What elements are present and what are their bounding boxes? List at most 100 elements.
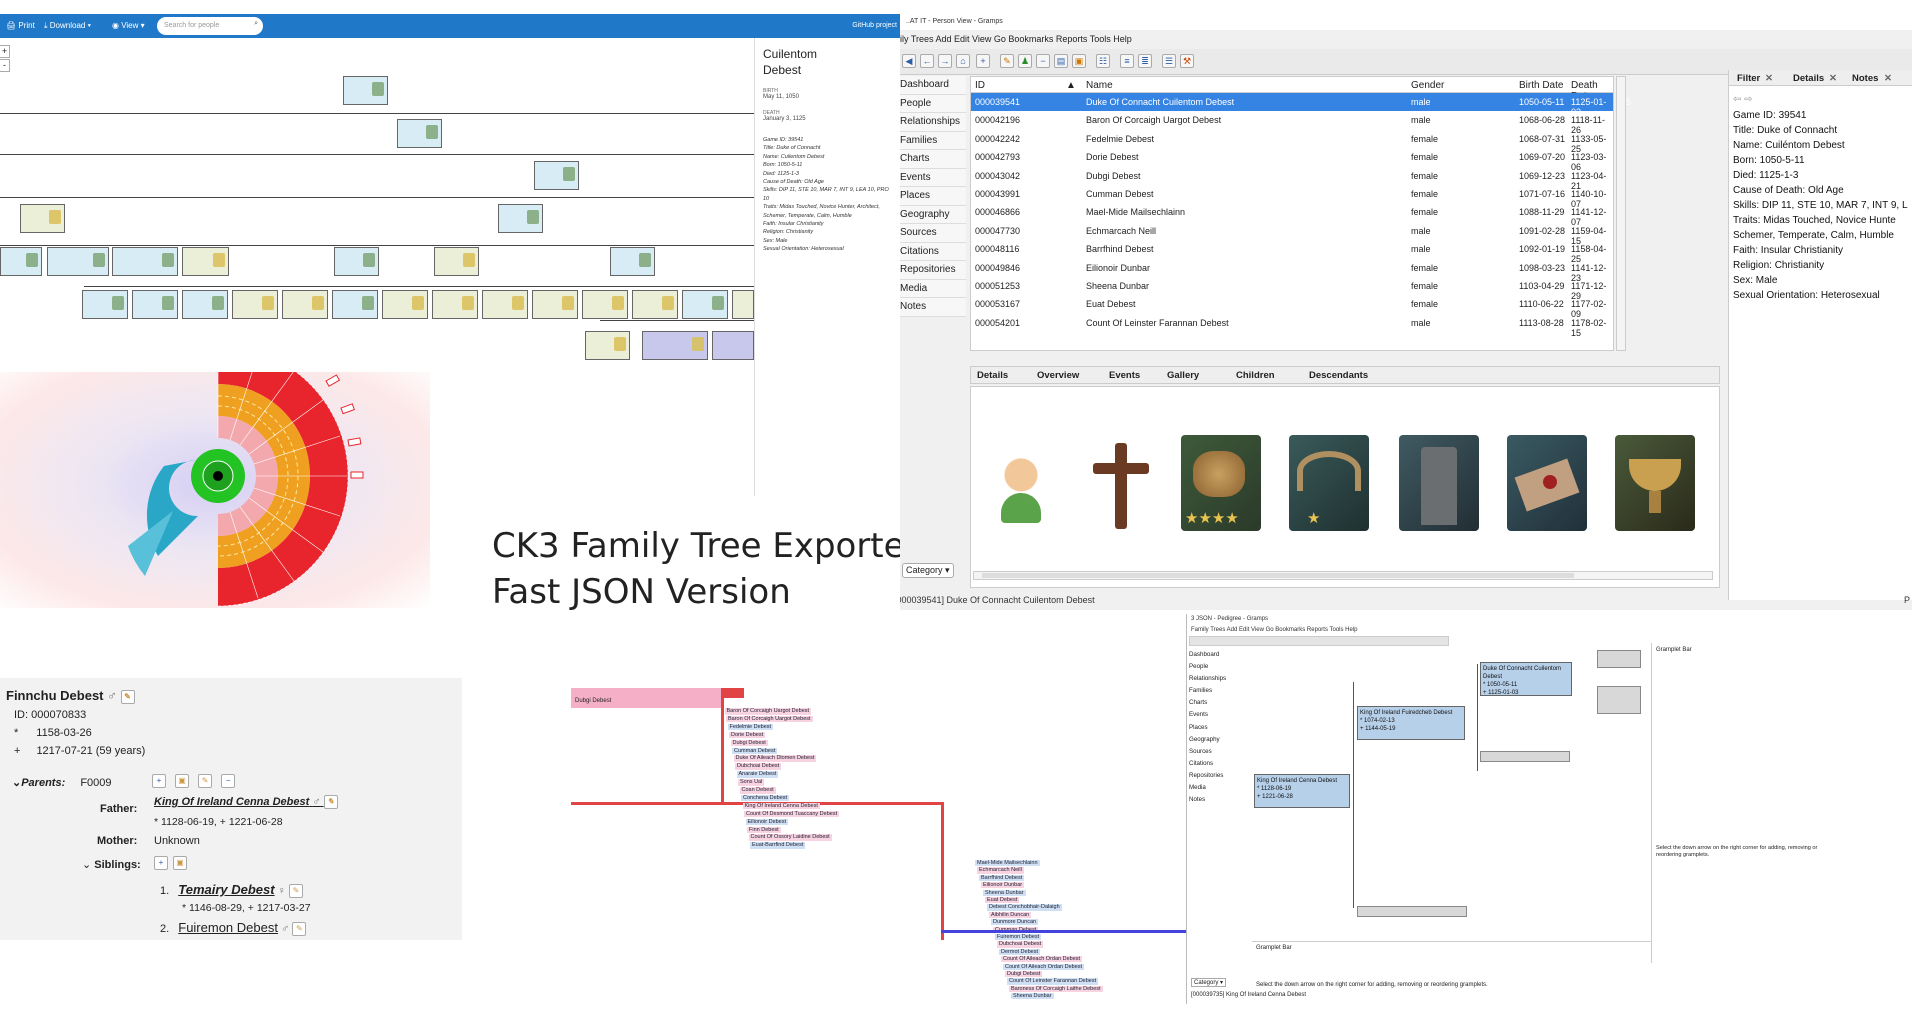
- tree-node[interactable]: [132, 290, 178, 319]
- edit-button[interactable]: ✎: [288, 884, 303, 899]
- tree-node[interactable]: [534, 161, 579, 190]
- table-row[interactable]: 000043991 Cumman Debest female 1071-07-16 11…: [971, 185, 1626, 209]
- tree-node[interactable]: [382, 290, 428, 319]
- table-row[interactable]: 000049846 Eilionoir Dunbar female 1098-03-2…: [971, 259, 1626, 283]
- table-row[interactable]: 000051253 Sheena Dunbar female 1103-04-29 11…: [971, 277, 1626, 301]
- github-link[interactable]: GitHub project: [852, 22, 897, 29]
- share-button[interactable]: ▣: [175, 774, 190, 788]
- tree-node[interactable]: [482, 290, 528, 319]
- person-icon[interactable]: ♟: [1018, 54, 1032, 68]
- tree-node[interactable]: [498, 204, 543, 233]
- sidebar-item-families[interactable]: Families: [900, 131, 966, 150]
- coins-icon[interactable]: ★★★★: [1181, 435, 1261, 531]
- letter-dagger-icon[interactable]: [1507, 435, 1587, 531]
- filter-icon[interactable]: ☷: [1096, 54, 1110, 68]
- table-row[interactable]: 000042242 Fedelmie Debest female 1068-07-31…: [971, 130, 1626, 154]
- tree-node[interactable]: [610, 247, 655, 276]
- close-icon[interactable]: ✕: [1884, 73, 1892, 84]
- table-row[interactable]: 000048116 Barrfhind Debest male 1092-01-19 1…: [971, 240, 1626, 264]
- edit-family-button[interactable]: ✎: [198, 774, 213, 788]
- forward-icon[interactable]: →: [938, 54, 952, 68]
- sidebar-item-places[interactable]: Places: [900, 187, 966, 206]
- person-avatar-icon[interactable]: [979, 443, 1063, 527]
- table-row[interactable]: 000053167 Euat Debest female 1110-06-22 1177…: [971, 295, 1626, 319]
- pedigree-box-empty[interactable]: [1357, 906, 1467, 917]
- sidebar-item-notes[interactable]: Notes: [900, 298, 966, 317]
- tab-filter[interactable]: Filter: [1737, 73, 1760, 84]
- tree-node[interactable]: [712, 331, 754, 360]
- tools-icon[interactable]: ⚒: [1180, 54, 1194, 68]
- pedigree-box-grandfather[interactable]: Duke Of Connacht Cuilentom Debest * 1050-…: [1480, 662, 1572, 696]
- tree-node[interactable]: [334, 247, 379, 276]
- sidebar-item-relationships[interactable]: Relationships: [1189, 673, 1251, 685]
- zoom-in-button[interactable]: +: [0, 45, 10, 58]
- sibling-link[interactable]: Temairy Debest: [178, 882, 274, 897]
- sidebar-item-sources[interactable]: Sources: [900, 224, 966, 243]
- menu-bar[interactable]: ily Trees Add Edit View Go Bookmarks Rep…: [900, 34, 1132, 44]
- gallery-scrollbar[interactable]: [973, 571, 1713, 580]
- chalice-icon[interactable]: [1615, 435, 1695, 531]
- tab-details[interactable]: Details: [1793, 73, 1824, 84]
- tree-node[interactable]: [532, 290, 578, 319]
- tree-node[interactable]: [282, 290, 328, 319]
- tree-node[interactable]: [20, 204, 65, 233]
- zoom-out-button[interactable]: -: [0, 59, 10, 72]
- tree-node[interactable]: [0, 247, 42, 276]
- tree-node[interactable]: [434, 247, 479, 276]
- search-input[interactable]: Search for people ⌕: [157, 17, 263, 35]
- category-dropdown[interactable]: Category ▾: [902, 563, 954, 578]
- tree-node[interactable]: [47, 247, 109, 276]
- tree-node[interactable]: [642, 331, 708, 360]
- crucifix-icon[interactable]: [1081, 435, 1161, 531]
- tree-node[interactable]: [332, 290, 378, 319]
- tab-children[interactable]: Children: [1236, 370, 1275, 381]
- sidebar-item-geography[interactable]: Geography: [1189, 734, 1251, 746]
- sidebar-item-places[interactable]: Places: [1189, 722, 1251, 734]
- remove-icon[interactable]: −: [1036, 54, 1050, 68]
- column-gender[interactable]: Gender: [1411, 80, 1444, 91]
- tower-icon[interactable]: [1399, 435, 1479, 531]
- collapse-icon[interactable]: ⌄: [12, 777, 21, 789]
- tab-gallery[interactable]: Gallery: [1167, 370, 1199, 381]
- tab-overview[interactable]: Overview: [1037, 370, 1079, 381]
- father-link[interactable]: King Of Ireland Cenna Debest ♂ ✎: [154, 795, 338, 809]
- tree-node[interactable]: [585, 331, 630, 360]
- table-row[interactable]: 000039541 Duke Of Connacht Cuilentom Debe…: [971, 93, 1631, 117]
- table-row[interactable]: 000043042 Dubgi Debest female 1069-12-23 112…: [971, 167, 1626, 191]
- column-name[interactable]: Name: [1086, 80, 1113, 91]
- back-icon[interactable]: ◀: [902, 54, 916, 68]
- pedigree-toolbar[interactable]: [1189, 636, 1449, 646]
- clipboard-icon[interactable]: ▤: [1054, 54, 1068, 68]
- sidebar-item-people[interactable]: People: [1189, 661, 1251, 673]
- tree-view-icon[interactable]: ≣: [1138, 54, 1152, 68]
- sidebar-item-events[interactable]: Events: [1189, 709, 1251, 721]
- sidebar-item-repositories[interactable]: Repositories: [1189, 770, 1251, 782]
- tree-node[interactable]: [632, 290, 678, 319]
- hunting-horn-icon[interactable]: ★: [1289, 435, 1369, 531]
- pedigree-box-empty[interactable]: [1597, 686, 1641, 714]
- list-view-icon[interactable]: ≡: [1120, 54, 1134, 68]
- sidebar-item-citations[interactable]: Citations: [1189, 758, 1251, 770]
- sidebar-item-people[interactable]: People: [900, 94, 966, 113]
- back-icon[interactable]: ←: [920, 54, 934, 68]
- nav-arrows-icon[interactable]: ⇦ ⇨: [1733, 92, 1908, 107]
- tree-node[interactable]: [732, 290, 754, 319]
- sidebar-item-charts[interactable]: Charts: [900, 150, 966, 169]
- pedigree-box-empty[interactable]: [1597, 650, 1641, 668]
- edit-button[interactable]: ✎: [323, 795, 338, 809]
- sidebar-item-relationships[interactable]: Relationships: [900, 113, 966, 132]
- sidebar-item-citations[interactable]: Citations: [900, 242, 966, 261]
- sidebar-item-families[interactable]: Families: [1189, 685, 1251, 697]
- table-row[interactable]: 000047730 Echmarcach Neill male 1091-02-28 1…: [971, 222, 1626, 246]
- view-button[interactable]: ◉ View ▾: [112, 21, 145, 30]
- tree-node[interactable]: [82, 290, 128, 319]
- sidebar-item-media[interactable]: Media: [900, 279, 966, 298]
- table-row[interactable]: 000046866 Mael-Mide Mailsechlainn female 10…: [971, 203, 1626, 227]
- sidebar-item-geography[interactable]: Geography: [900, 205, 966, 224]
- add-sibling-button[interactable]: +: [154, 856, 168, 870]
- tree-node[interactable]: [232, 290, 278, 319]
- tab-events[interactable]: Events: [1109, 370, 1140, 381]
- tree-node[interactable]: [432, 290, 478, 319]
- column-birth[interactable]: Birth Date: [1519, 80, 1563, 91]
- tree-node[interactable]: [343, 76, 388, 105]
